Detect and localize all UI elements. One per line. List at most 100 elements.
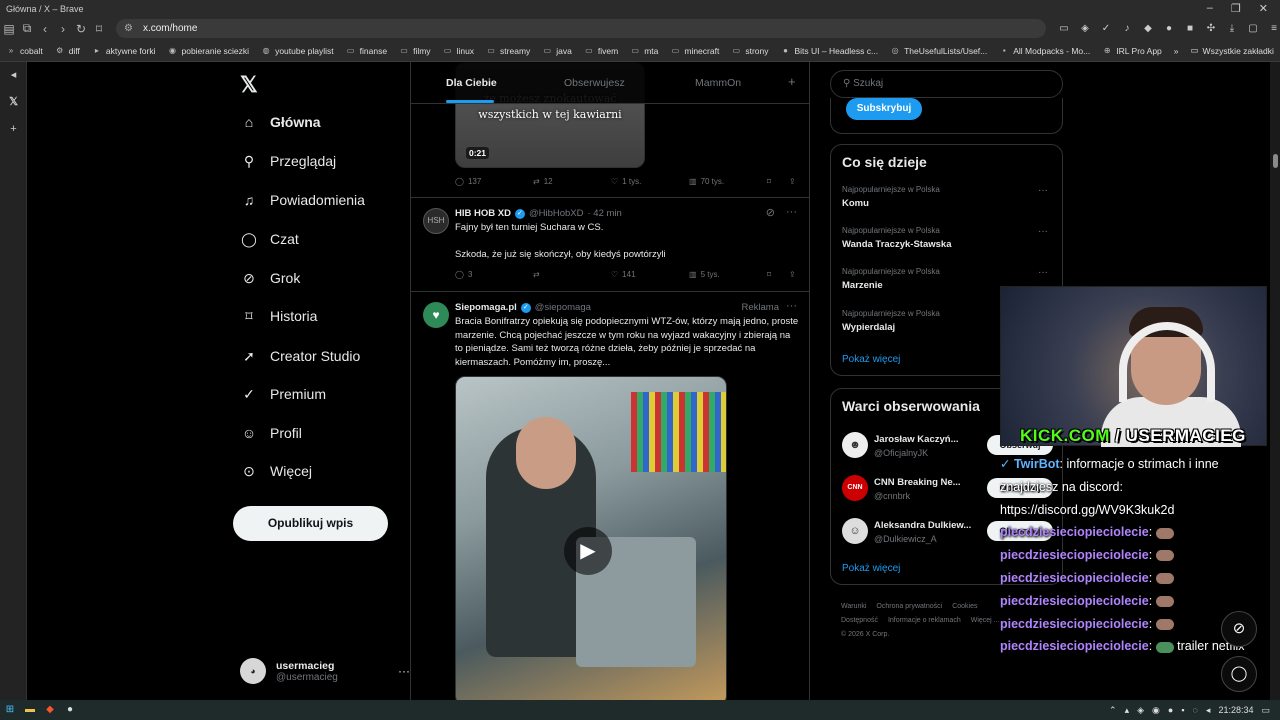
more-icon[interactable]: ···: [786, 300, 797, 312]
extension-bookmark-icon[interactable]: ◆: [1142, 23, 1154, 35]
bookmark-item[interactable]: » cobalt: [6, 46, 43, 56]
nav-home[interactable]: ⌂ Główna: [241, 114, 321, 130]
bookmark-folder[interactable]: ▭ fivem: [584, 46, 618, 56]
author-name[interactable]: Siepomaga.pl: [455, 302, 517, 313]
back-icon[interactable]: ‹: [36, 22, 54, 36]
like-button[interactable]: ♡ 141: [611, 270, 636, 279]
footer-link[interactable]: Informacje o reklamach: [888, 617, 961, 624]
nav-bookmarks[interactable]: ⌑ Historia: [241, 308, 317, 324]
share-button[interactable]: ⇪: [789, 270, 796, 279]
author-handle[interactable]: @siepomaga: [535, 302, 591, 313]
video-player[interactable]: ▶: [455, 376, 727, 700]
bookmark-item[interactable]: ▸ aktywne forki: [92, 46, 156, 56]
search-input[interactable]: ⚲ Szukaj: [830, 70, 1063, 98]
tweet-time[interactable]: · 42 min: [587, 208, 621, 219]
bookmark-item[interactable]: ⚙ diff: [55, 46, 80, 56]
app-icon[interactable]: ●: [60, 700, 80, 720]
nav-profile[interactable]: ☺ Profil: [241, 425, 302, 441]
wallet-icon[interactable]: ▢: [1247, 23, 1259, 35]
nav-creator-studio[interactable]: ➚ Creator Studio: [241, 348, 360, 364]
x-logo-icon[interactable]: 𝕏: [240, 72, 258, 98]
more-icon[interactable]: ···: [1038, 267, 1048, 278]
nav-explore[interactable]: ⚲ Przeglądaj: [241, 153, 336, 169]
bookmark-item[interactable]: ▪ All Modpacks - Mo...: [999, 46, 1090, 56]
bookmark-folder[interactable]: ▭ minecraft: [670, 46, 720, 56]
trend-item[interactable]: Najpopularniejsze w Polska Komu ···: [842, 185, 1052, 209]
tab-for-you[interactable]: Dla Ciebie: [446, 77, 497, 89]
brave-shield-icon[interactable]: ◈: [1079, 23, 1091, 35]
scrollbar-thumb[interactable]: [1273, 154, 1278, 168]
other-bookmarks[interactable]: ▭ Wszystkie zakładki: [1191, 45, 1274, 56]
brave-icon[interactable]: ◆: [40, 700, 60, 720]
tab-list[interactable]: MammOn: [695, 77, 741, 89]
cast-icon[interactable]: ▭: [1058, 23, 1070, 35]
author-name[interactable]: HIB HOB XD: [455, 208, 511, 219]
restore-icon[interactable]: ❐: [1231, 2, 1241, 15]
bookmark-folder[interactable]: ▭ strony: [731, 46, 769, 56]
subscribe-button[interactable]: Subskrybuj: [846, 98, 922, 120]
bookmark-page-icon[interactable]: ⌑: [90, 22, 108, 36]
messages-fab-icon[interactable]: ◯: [1221, 656, 1257, 692]
bookmarks-overflow[interactable]: »: [1174, 46, 1179, 56]
footer-link[interactable]: Cookies: [952, 603, 977, 610]
nav-chat[interactable]: ◯ Czat: [241, 231, 299, 247]
sidebar-toggle-icon[interactable]: ▤: [0, 22, 18, 36]
bookmark-button[interactable]: ⌑: [767, 177, 771, 186]
more-icon[interactable]: ···: [1038, 185, 1048, 196]
bookmark-folder[interactable]: ▭ mta: [630, 46, 658, 56]
account-switcher[interactable]: ◕ usermacieg @usermacieg ···: [240, 655, 410, 687]
notifications-icon[interactable]: ▭: [1261, 705, 1270, 716]
reply-button[interactable]: ◯ 3: [455, 270, 472, 279]
tray-app-icon[interactable]: ▴: [1125, 705, 1130, 716]
bookmark-folder[interactable]: ▭ filmy: [399, 46, 430, 56]
footer-link[interactable]: Ochrona prywatności: [876, 603, 942, 610]
speaker-icon[interactable]: ◂: [0, 62, 27, 89]
tweet[interactable]: HSH HIB HOB XD ✓ @HibHobXD · 42 min ⊘ ··· F…: [411, 198, 809, 292]
post-button[interactable]: Opublikuj wpis: [233, 506, 388, 541]
footer-link[interactable]: Warunki: [841, 603, 866, 610]
show-more-link[interactable]: Pokaż więcej: [842, 354, 900, 365]
repost-button[interactable]: ⇄ 12: [533, 177, 553, 186]
reply-button[interactable]: ◯ 137: [455, 177, 481, 186]
more-icon[interactable]: ···: [398, 664, 410, 678]
forward-icon[interactable]: ›: [54, 22, 72, 36]
share-button[interactable]: ⇪: [789, 177, 796, 186]
bookmark-item[interactable]: ◉ pobieranie sciezki: [167, 46, 249, 56]
page-scrollbar[interactable]: [1270, 62, 1280, 700]
file-explorer-icon[interactable]: ▬: [20, 700, 40, 720]
bookmark-folder[interactable]: ▭ java: [542, 46, 572, 56]
footer-link[interactable]: Dostępność: [841, 617, 878, 624]
extension-yellow-icon[interactable]: ■: [1184, 23, 1196, 35]
author-handle[interactable]: @HibHobXD: [529, 208, 584, 219]
views-button[interactable]: ▥ 70 tys.: [689, 177, 724, 186]
bookmark-folder[interactable]: ▭ finanse: [346, 46, 387, 56]
nav-grok[interactable]: ⊘ Grok: [241, 270, 300, 286]
extension-red-icon[interactable]: ●: [1163, 23, 1175, 35]
extension-audio-icon[interactable]: ♪: [1121, 23, 1133, 35]
bookmark-folder[interactable]: ▭ linux: [443, 46, 474, 56]
avatar[interactable]: HSH: [423, 208, 449, 234]
show-more-link[interactable]: Pokaż więcej: [842, 563, 900, 574]
add-tab-icon[interactable]: +: [788, 74, 796, 89]
tabs-icon[interactable]: ⧉: [18, 21, 36, 36]
avatar[interactable]: ♥: [423, 302, 449, 328]
menu-icon[interactable]: ≡: [1268, 23, 1280, 35]
repost-button[interactable]: ⇄: [533, 270, 540, 279]
nav-notifications[interactable]: ♫ Powiadomienia: [241, 192, 365, 208]
like-button[interactable]: ♡ 1 tys.: [611, 177, 641, 186]
tray-app-icon[interactable]: ●: [1168, 705, 1173, 715]
more-icon[interactable]: ···: [1038, 226, 1048, 237]
extensions-icon[interactable]: ✣: [1205, 23, 1217, 35]
reload-icon[interactable]: ↻: [72, 22, 90, 36]
bookmark-item[interactable]: ◍ youtube playlist: [261, 46, 334, 56]
footer-link[interactable]: Więcej ...: [971, 617, 1000, 624]
close-icon[interactable]: ✕: [1259, 2, 1268, 15]
nav-premium[interactable]: ✓ Premium: [241, 386, 326, 402]
bookmark-button[interactable]: ⌑: [767, 270, 771, 279]
bookmark-folder[interactable]: ▭ streamy: [486, 46, 530, 56]
more-icon[interactable]: ···: [786, 206, 797, 218]
nav-more[interactable]: ⊙ Więcej: [241, 463, 312, 479]
x-tab-icon[interactable]: 𝕏: [0, 89, 27, 116]
download-icon[interactable]: ⤓: [1226, 23, 1238, 35]
tweet-ad[interactable]: ♥ Siepomaga.pl ✓ @siepomaga Reklama ··· Br…: [411, 292, 809, 700]
